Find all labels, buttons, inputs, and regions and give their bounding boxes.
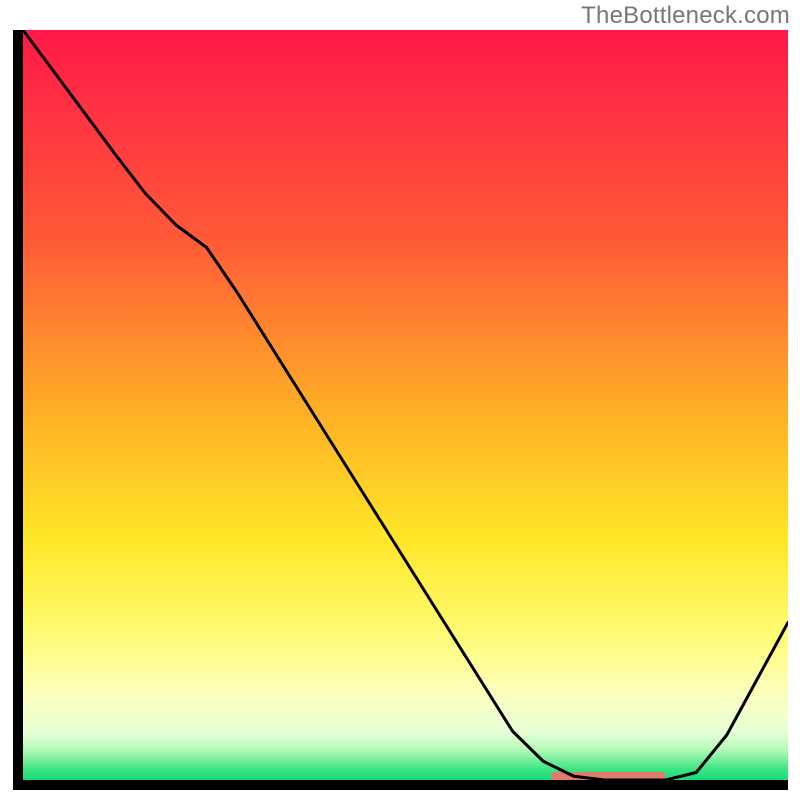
x-axis (13, 780, 788, 790)
gradient-background (23, 30, 788, 780)
y-axis (13, 30, 23, 790)
plot-area (13, 30, 788, 790)
chart-svg (13, 30, 788, 790)
chart-container: TheBottleneck.com (0, 0, 800, 800)
attribution-text: TheBottleneck.com (581, 2, 790, 30)
